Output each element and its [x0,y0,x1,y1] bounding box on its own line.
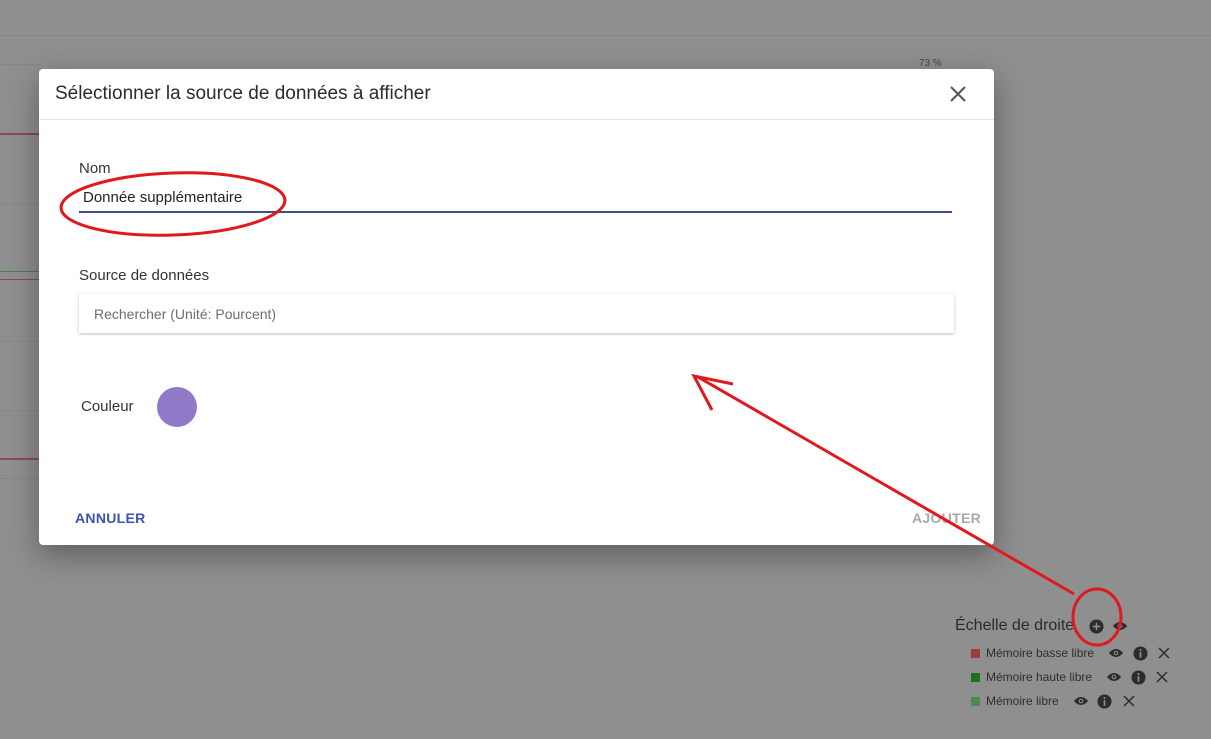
eye-icon[interactable] [1106,669,1122,685]
legend-swatch [971,696,980,706]
color-label: Couleur [81,398,134,415]
info-icon[interactable] [1130,669,1146,685]
select-data-source-dialog: Sélectionner la source de données à affi… [39,69,994,545]
eye-icon[interactable] [1112,618,1128,634]
chart-series-line [0,458,40,460]
legend-item: Mémoire libre [955,689,1211,713]
eye-icon[interactable] [1108,645,1124,661]
legend-header: Échelle de droite [955,615,1211,637]
add-circle-icon[interactable] [1088,618,1104,634]
right-scale-legend: Échelle de droite Mémoire basse libre Mé… [955,615,1211,713]
page-header-divider [0,35,1211,36]
legend-swatch [971,648,980,658]
info-icon[interactable] [1097,693,1113,709]
info-icon[interactable] [1132,645,1148,661]
chart-series-line [0,271,40,272]
chart-series-line [0,133,40,135]
add-button[interactable]: AJOUTER [912,510,981,526]
legend-item: Mémoire haute libre [955,665,1211,689]
cancel-button[interactable]: ANNULER [75,510,146,526]
legend-swatch [971,672,980,682]
legend-item-label: Mémoire libre [986,694,1059,708]
close-icon[interactable] [1154,669,1170,685]
chart-gridline [0,64,40,65]
close-icon[interactable] [1156,645,1172,661]
chart-gridline [0,410,40,411]
legend-title: Échelle de droite [955,617,1075,634]
color-picker-swatch[interactable] [157,387,197,427]
close-icon[interactable] [1121,693,1137,709]
chart-gridline [0,203,40,204]
chart-gridline [0,478,40,479]
legend-item-label: Mémoire haute libre [986,670,1093,684]
data-source-search-input[interactable] [79,294,954,333]
chart-series-line [0,279,40,280]
chart-gridline [0,341,40,342]
name-field[interactable] [79,183,952,213]
dialog-title: Sélectionner la source de données à affi… [55,83,431,104]
legend-item: Mémoire basse libre [955,641,1211,665]
dialog-header: Sélectionner la source de données à affi… [39,69,994,120]
legend-item-label: Mémoire basse libre [986,646,1095,660]
axis-percent-label: 73 % [919,58,942,69]
eye-icon[interactable] [1073,693,1089,709]
name-label: Nom [79,160,111,177]
data-source-label: Source de données [79,267,210,284]
close-dialog-button[interactable] [947,83,969,105]
close-icon [950,86,966,102]
